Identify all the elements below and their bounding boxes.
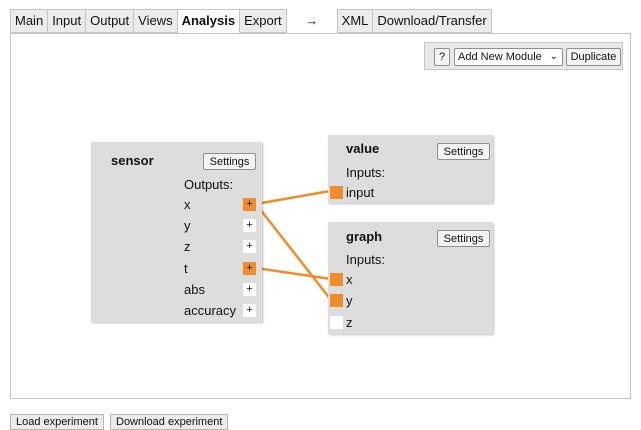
sensor-output-t-label: t xyxy=(184,261,188,276)
tab-export[interactable]: Export xyxy=(240,9,287,33)
tab-main[interactable]: Main xyxy=(10,9,49,33)
load-experiment-button[interactable]: Load experiment xyxy=(10,414,104,430)
sensor-outputs-label: Outputs: xyxy=(184,177,234,192)
module-value-title: value xyxy=(346,141,380,156)
sensor-output-t-port[interactable]: + xyxy=(243,262,256,275)
tab-views[interactable]: Views xyxy=(134,9,178,33)
chevron-down-icon: ⌄ xyxy=(549,51,558,62)
graph-inputs-label: Inputs: xyxy=(346,252,386,267)
tab-input[interactable]: Input xyxy=(48,9,87,33)
graph-input-z-port[interactable] xyxy=(330,316,343,329)
add-module-select-label: Add New Module xyxy=(458,51,542,63)
graph-input-y-label: y xyxy=(346,293,353,308)
download-experiment-button[interactable]: Download experiment xyxy=(110,414,229,430)
sensor-output-z-port[interactable]: + xyxy=(243,240,256,253)
graph-input-x-port[interactable] xyxy=(330,273,343,286)
sensor-output-x-port[interactable]: + xyxy=(243,198,256,211)
sensor-output-y-port[interactable]: + xyxy=(243,219,256,232)
help-button[interactable]: ? xyxy=(434,48,450,66)
tab-output[interactable]: Output xyxy=(86,9,135,33)
graph-input-x-label: x xyxy=(346,272,353,287)
sensor-output-y-label: y xyxy=(184,218,191,233)
tab-download-transfer[interactable]: Download/Transfer xyxy=(373,9,492,33)
tab-analysis[interactable]: Analysis xyxy=(177,9,241,33)
module-value[interactable]: value Settings Inputs: input xyxy=(328,135,493,203)
module-toolbar: ? Add New Module ⌄ Duplicate xyxy=(424,42,623,70)
module-sensor[interactable]: sensor Settings Outputs: x + y + z + t +… xyxy=(91,142,262,322)
sensor-output-abs-port[interactable]: + xyxy=(243,283,256,296)
value-settings-button[interactable]: Settings xyxy=(437,143,490,160)
module-graph[interactable]: graph Settings Inputs: x y z xyxy=(328,222,493,334)
graph-settings-button[interactable]: Settings xyxy=(437,230,490,247)
module-graph-title: graph xyxy=(346,229,383,244)
graph-input-z-label: z xyxy=(346,315,353,330)
value-inputs-label: Inputs: xyxy=(346,165,386,180)
sensor-output-x-label: x xyxy=(184,197,191,212)
sensor-output-accuracy-port[interactable]: + xyxy=(243,304,256,317)
value-input-port[interactable] xyxy=(330,186,343,199)
tab-xml[interactable]: XML xyxy=(336,9,374,33)
graph-input-y-port[interactable] xyxy=(330,294,343,307)
sensor-output-abs-label: abs xyxy=(184,282,205,297)
sensor-output-accuracy-label: accuracy xyxy=(184,303,237,318)
module-sensor-title: sensor xyxy=(111,153,154,168)
tab-bar: Main Input Output Views Analysis Export … xyxy=(10,9,492,33)
sensor-output-z-label: z xyxy=(184,239,191,254)
duplicate-button[interactable]: Duplicate xyxy=(566,48,621,66)
value-input-label: input xyxy=(346,185,375,200)
arrow-icon: → xyxy=(305,13,319,28)
sensor-settings-button[interactable]: Settings xyxy=(203,153,256,170)
add-module-select[interactable]: Add New Module ⌄ xyxy=(454,48,563,66)
